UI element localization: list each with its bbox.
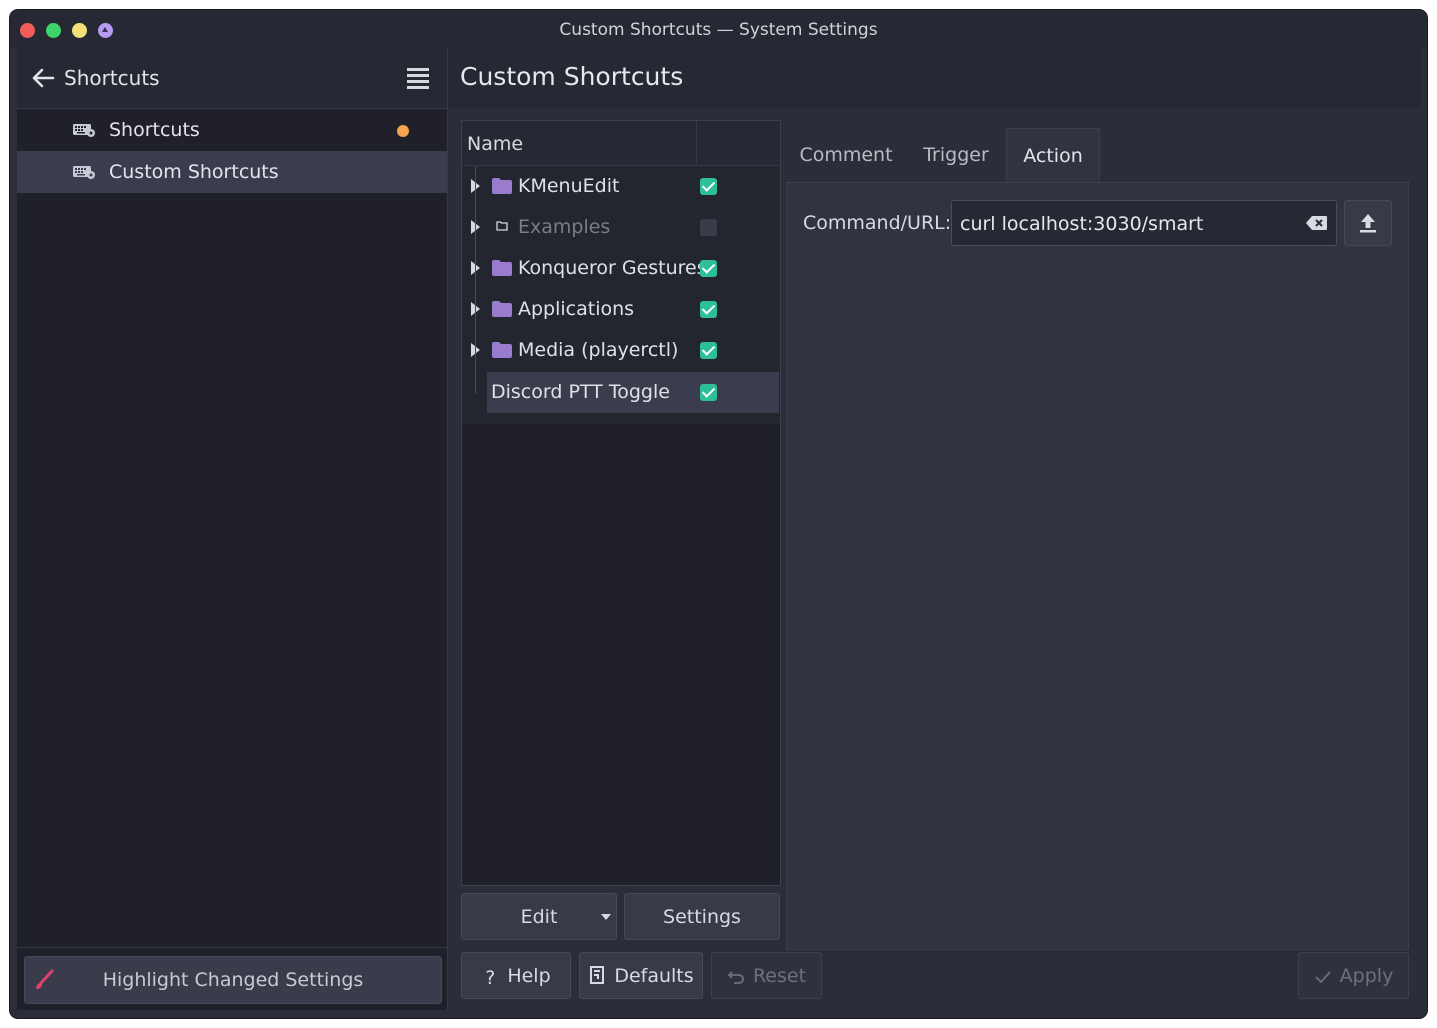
- enabled-checkbox[interactable]: [700, 219, 717, 236]
- keyboard-icon: [73, 124, 95, 137]
- sidebar-item-label: Shortcuts: [109, 119, 200, 141]
- folder-icon: [492, 342, 512, 358]
- enabled-checkbox[interactable]: [700, 301, 717, 318]
- sidebar-header: Shortcuts: [17, 48, 447, 109]
- help-button[interactable]: ? Help: [461, 952, 571, 999]
- upload-icon: [1360, 214, 1376, 233]
- settings-button[interactable]: Settings: [624, 893, 780, 940]
- tree-row-discord-ptt-toggle[interactable]: Discord PTT Toggle: [487, 372, 779, 413]
- tree-row-media-playerctl[interactable]: Media (playerctl): [462, 330, 780, 371]
- tree-row-konqueror-gestures[interactable]: Konqueror Gestures: [462, 248, 780, 289]
- tree-column-name[interactable]: Name: [467, 133, 523, 155]
- tree-row-applications[interactable]: Applications: [462, 289, 780, 330]
- highlight-changed-settings-button[interactable]: Highlight Changed Settings: [24, 956, 442, 1004]
- sidebar-footer: Highlight Changed Settings: [17, 947, 447, 1010]
- help-icon: ?: [485, 967, 496, 989]
- window-title: Custom Shortcuts — System Settings: [559, 20, 878, 40]
- main-panel: Custom Shortcuts Name KMenuEdit Examples: [447, 48, 1421, 1010]
- reset-button[interactable]: Reset: [711, 952, 822, 999]
- tree-row-label: KMenuEdit: [518, 175, 620, 197]
- command-url-value: curl localhost:3030/smart: [960, 213, 1204, 235]
- back-arrow-icon[interactable]: [31, 66, 55, 90]
- action-tab-panel: Command/URL: curl localhost:3030/smart: [786, 182, 1409, 950]
- hamburger-menu-icon[interactable]: [407, 68, 429, 89]
- page-title: Custom Shortcuts: [460, 62, 684, 91]
- settings-window: Custom Shortcuts — System Settings Short…: [10, 10, 1427, 1018]
- defaults-icon: [590, 966, 605, 984]
- tree-row-label: Discord PTT Toggle: [491, 381, 670, 403]
- shortcut-tree: Name KMenuEdit Examples Konqueror Gestur…: [461, 120, 781, 886]
- highlight-changed-settings-label: Highlight Changed Settings: [102, 969, 364, 991]
- checkmark-icon: [1315, 971, 1331, 984]
- tree-row-kmenuedit[interactable]: KMenuEdit: [462, 166, 780, 207]
- modified-indicator-dot: [397, 125, 409, 137]
- tree-row-examples[interactable]: Examples: [462, 207, 780, 248]
- command-url-label: Command/URL:: [803, 212, 952, 234]
- sidebar-item-label: Custom Shortcuts: [109, 161, 279, 183]
- sidebar-title: Shortcuts: [64, 66, 160, 90]
- tree-row-label: Applications: [518, 298, 635, 320]
- tab-comment[interactable]: Comment: [786, 128, 906, 182]
- help-label: Help: [507, 965, 551, 987]
- browse-file-button[interactable]: [1344, 200, 1392, 246]
- tree-row-label: Examples: [518, 216, 611, 238]
- tab-label: Trigger: [923, 144, 989, 166]
- edit-button-label: Edit: [520, 906, 558, 928]
- defaults-label: Defaults: [614, 965, 694, 987]
- tab-bar: Comment Trigger Action: [786, 128, 1409, 183]
- title-bar: Custom Shortcuts — System Settings: [10, 10, 1427, 48]
- tree-header: Name: [462, 121, 780, 166]
- clear-text-icon[interactable]: [1306, 215, 1328, 231]
- tree-row-label: Media (playerctl): [518, 339, 679, 361]
- apply-button[interactable]: Apply: [1298, 952, 1409, 999]
- tab-label: Comment: [799, 144, 893, 166]
- enabled-checkbox[interactable]: [700, 260, 717, 277]
- apply-label: Apply: [1339, 965, 1394, 987]
- tab-trigger[interactable]: Trigger: [906, 128, 1006, 182]
- enabled-checkbox[interactable]: [700, 178, 717, 195]
- keyboard-icon: [73, 166, 95, 179]
- dropdown-arrow-icon: [601, 914, 611, 920]
- folder-icon: [492, 260, 512, 276]
- main-header: Custom Shortcuts: [448, 48, 1421, 108]
- edit-dropdown-button[interactable]: Edit: [461, 893, 617, 940]
- command-url-input[interactable]: curl localhost:3030/smart: [951, 200, 1337, 246]
- sidebar-item-custom-shortcuts[interactable]: Custom Shortcuts: [17, 151, 447, 193]
- folder-icon: [492, 178, 512, 194]
- sidebar: Shortcuts Shortcuts Custom Shortcuts Hig…: [17, 48, 447, 1010]
- settings-button-label: Settings: [663, 906, 741, 928]
- reset-label: Reset: [752, 965, 807, 987]
- enabled-checkbox[interactable]: [700, 384, 717, 401]
- tab-action[interactable]: Action: [1006, 128, 1100, 183]
- sidebar-item-shortcuts[interactable]: Shortcuts: [17, 109, 447, 151]
- folder-icon: [492, 301, 512, 317]
- tab-label: Action: [1023, 145, 1083, 167]
- tree-branch-line: [475, 166, 477, 394]
- tree-row-label: Konqueror Gestures: [518, 257, 707, 279]
- defaults-button[interactable]: Defaults: [579, 952, 703, 999]
- undo-icon: [727, 971, 744, 984]
- tree-rows: KMenuEdit Examples Konqueror Gestures Ap…: [462, 166, 780, 424]
- enabled-checkbox[interactable]: [700, 342, 717, 359]
- folder-outline-icon: [496, 221, 508, 231]
